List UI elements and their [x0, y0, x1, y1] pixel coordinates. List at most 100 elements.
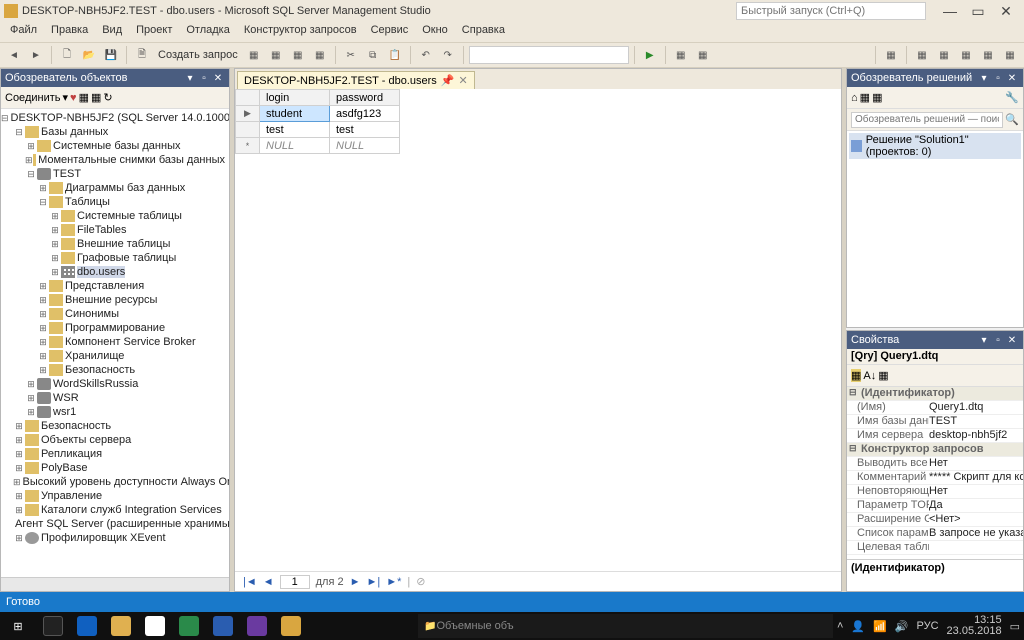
tb-h[interactable]: ▦	[934, 45, 954, 65]
open-icon[interactable]: 📂	[79, 45, 99, 65]
tray-up-icon[interactable]: ˄	[837, 620, 843, 632]
oe-btn-b[interactable]: ▦	[91, 91, 101, 104]
prop-az-icon[interactable]: A↓	[863, 370, 876, 382]
undo-icon[interactable]: ↶	[416, 45, 436, 65]
doc-tab[interactable]: DESKTOP-NBH5JF2.TEST - dbo.users 📌 ✕	[237, 71, 475, 89]
properties-grid[interactable]: (Идентификатор) (Имя)Query1.dtq Имя базы…	[847, 387, 1023, 591]
menu-help[interactable]: Справка	[456, 22, 511, 42]
copy-icon[interactable]: ⧉	[363, 45, 383, 65]
se-wrench-icon[interactable]: 🔧	[1005, 91, 1019, 104]
se-menu-icon[interactable]: ▾	[977, 73, 991, 84]
tray-volume-icon[interactable]: 🔊	[895, 620, 909, 633]
search-icon[interactable]: 🔍	[1005, 113, 1019, 126]
pager-current[interactable]	[280, 575, 310, 589]
menu-edit[interactable]: Правка	[45, 22, 94, 42]
connect-dropdown-icon[interactable]: ▾	[63, 91, 69, 104]
new-icon[interactable]: 🗋	[57, 45, 77, 65]
pager-cancel-icon[interactable]: ⊘	[416, 575, 425, 588]
object-tree[interactable]: ⊟DESKTOP-NBH5JF2 (SQL Server 14.0.1000.1…	[1, 109, 229, 577]
taskbar-yandex-icon[interactable]	[139, 614, 171, 638]
solution-search-input[interactable]	[851, 112, 1003, 128]
properties-object-name[interactable]: [Qry] Query1.dtq	[847, 349, 1023, 365]
taskbar-explorer-icon[interactable]	[105, 614, 137, 638]
menu-service[interactable]: Сервис	[365, 22, 415, 42]
redo-icon[interactable]: ↷	[438, 45, 458, 65]
pager-first-icon[interactable]: |◄	[243, 576, 257, 588]
se-close-icon[interactable]: ✕	[1005, 73, 1019, 84]
grid-icon[interactable]: ▦	[881, 45, 901, 65]
solution-explorer-title: Обозреватель решений	[851, 72, 977, 84]
tb-e[interactable]: ▦	[671, 45, 691, 65]
tray-notifications-icon[interactable]: ▭	[1010, 620, 1020, 633]
close-button[interactable]: ✕	[992, 3, 1020, 20]
tb-j[interactable]: ▦	[978, 45, 998, 65]
nav-fwd-icon[interactable]: ►	[26, 45, 46, 65]
create-query-button[interactable]: Создать запрос	[154, 49, 242, 61]
solution-item[interactable]: Решение "Solution1" (проектов: 0)	[849, 133, 1021, 159]
prop-btn-a[interactable]: ▦	[878, 369, 888, 382]
panel-close-icon[interactable]: ✕	[211, 73, 225, 84]
tb-k[interactable]: ▦	[1000, 45, 1020, 65]
quick-launch-input[interactable]	[736, 2, 926, 20]
tb-f[interactable]: ▦	[693, 45, 713, 65]
pager-prev-icon[interactable]: ◄	[263, 576, 274, 588]
prop-close-icon[interactable]: ✕	[1005, 335, 1019, 346]
tb-b[interactable]: ▦	[266, 45, 286, 65]
tray-lang[interactable]: РУС	[917, 620, 939, 632]
col-login[interactable]: login	[260, 90, 330, 106]
tree-hscroll[interactable]	[1, 577, 229, 591]
prop-cat-icon[interactable]: ▦	[851, 369, 861, 382]
start-button[interactable]: ⊞	[0, 612, 36, 640]
minimize-button[interactable]: —	[936, 3, 964, 19]
pager-last-icon[interactable]: ►|	[367, 576, 381, 588]
cut-icon[interactable]: ✂	[341, 45, 361, 65]
tray-people-icon[interactable]: 👤	[851, 620, 865, 633]
new-query-icon[interactable]: 🗎	[132, 45, 152, 65]
se-btn-b[interactable]: ▦	[872, 91, 882, 104]
taskbar-teams-icon[interactable]	[173, 614, 205, 638]
se-btn-a[interactable]: ▦	[860, 91, 870, 104]
play-icon[interactable]: ▶	[640, 45, 660, 65]
taskbar-word-icon[interactable]	[207, 614, 239, 638]
nav-back-icon[interactable]: ◄	[4, 45, 24, 65]
taskbar-vs-icon[interactable]	[241, 614, 273, 638]
tb-c[interactable]: ▦	[288, 45, 308, 65]
save-icon[interactable]: 💾	[101, 45, 121, 65]
panel-menu-icon[interactable]: ▾	[183, 73, 197, 84]
taskbar-edge-icon[interactable]	[71, 614, 103, 638]
taskview-icon[interactable]	[37, 614, 69, 638]
maximize-button[interactable]: ▭	[964, 3, 992, 20]
taskbar-ssms-icon[interactable]	[275, 614, 307, 638]
menu-project[interactable]: Проект	[130, 22, 178, 42]
pager-next-icon[interactable]: ►	[350, 576, 361, 588]
menu-file[interactable]: Файл	[4, 22, 43, 42]
menu-view[interactable]: Вид	[96, 22, 128, 42]
menu-debug[interactable]: Отладка	[180, 22, 235, 42]
tb-a[interactable]: ▦	[244, 45, 264, 65]
tb-d[interactable]: ▦	[310, 45, 330, 65]
data-grid[interactable]: login password ▶ student asdfg123 test t…	[235, 89, 400, 154]
connect-button[interactable]: Соединить	[5, 92, 61, 104]
menu-query-designer[interactable]: Конструктор запросов	[238, 22, 363, 42]
doc-tab-close-icon[interactable]: ✕	[458, 74, 467, 87]
tray-network-icon[interactable]: 📶	[873, 620, 887, 633]
oe-btn-a[interactable]: ▦	[79, 91, 89, 104]
system-tray[interactable]: ˄ 👤 📶 🔊 РУС 13:15 23.05.2018 ▭	[833, 615, 1024, 637]
prop-menu-icon[interactable]: ▾	[977, 335, 991, 346]
tb-i[interactable]: ▦	[956, 45, 976, 65]
paste-icon[interactable]: 📋	[385, 45, 405, 65]
taskbar-running[interactable]: 📁 Объемные объ	[418, 614, 833, 638]
menu-window[interactable]: Окно	[416, 22, 454, 42]
tray-clock[interactable]: 13:15 23.05.2018	[947, 615, 1002, 637]
col-password[interactable]: password	[330, 90, 400, 106]
panel-pin-icon[interactable]: ▫	[197, 73, 211, 84]
prop-pin-icon[interactable]: ▫	[991, 335, 1005, 346]
se-pin-icon[interactable]: ▫	[991, 73, 1005, 84]
tb-g[interactable]: ▦	[912, 45, 932, 65]
config-combo[interactable]	[469, 46, 629, 64]
pager-new-icon[interactable]: ►*	[386, 576, 401, 588]
se-home-icon[interactable]: ⌂	[851, 92, 858, 104]
filter-icon[interactable]: ♥	[70, 92, 77, 104]
doc-tab-pin-icon[interactable]: 📌	[441, 74, 455, 87]
refresh-icon[interactable]: ↻	[103, 91, 112, 104]
